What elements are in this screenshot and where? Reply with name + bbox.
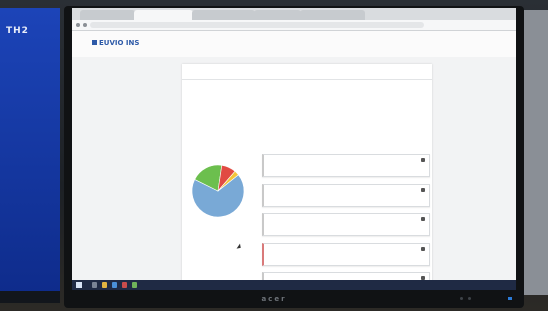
option-detail-icon[interactable]: [421, 246, 425, 251]
browser-icon[interactable]: [112, 282, 117, 288]
top-links: [461, 42, 486, 47]
taskbar-app-icon[interactable]: [122, 282, 127, 288]
monitor-screen: EUVIO INS: [72, 8, 516, 290]
logo-icon: [92, 40, 97, 45]
forward-icon[interactable]: [83, 23, 87, 27]
taskbar-app-icon[interactable]: [92, 282, 97, 288]
site-logo[interactable]: EUVIO INS: [92, 39, 139, 47]
browser-tab[interactable]: [192, 10, 255, 20]
result-menu-bar: [182, 67, 432, 80]
monitor-button[interactable]: [460, 297, 463, 300]
browser-tab-bar: [72, 8, 516, 20]
monitor-brand-logo: acer: [261, 295, 287, 303]
result-pie-chart: [191, 164, 245, 218]
answer-option[interactable]: [262, 242, 430, 266]
back-icon[interactable]: [76, 23, 80, 27]
right-monitor-edge: [520, 10, 548, 295]
option-detail-icon[interactable]: [421, 158, 425, 162]
browser-tab[interactable]: [80, 10, 135, 20]
folder-icon[interactable]: [102, 282, 107, 288]
option-detail-icon[interactable]: [421, 217, 425, 221]
survey-result-panel: [182, 64, 432, 290]
answer-option[interactable]: [262, 213, 430, 236]
windows-taskbar: [72, 280, 516, 290]
sub-toolbar: [188, 83, 426, 89]
taskbar-app-icon[interactable]: [132, 282, 137, 288]
left-monitor-text: TH2: [6, 26, 29, 36]
site-header: EUVIO INS: [72, 31, 516, 57]
browser-tab[interactable]: [300, 10, 365, 20]
left-monitor: TH2: [0, 8, 60, 303]
monitor-button[interactable]: [468, 297, 471, 300]
browser-tab-active[interactable]: [134, 10, 193, 20]
power-led: [508, 297, 512, 300]
answer-option[interactable]: [262, 183, 430, 207]
answer-options-list: [262, 154, 430, 290]
browser-address-bar: [72, 20, 516, 31]
question-text: [188, 94, 426, 140]
option-detail-icon[interactable]: [421, 187, 425, 192]
url-field[interactable]: [90, 22, 424, 28]
browser-tab[interactable]: [254, 10, 301, 20]
windows-start-icon[interactable]: [76, 282, 82, 288]
answer-option[interactable]: [262, 154, 430, 177]
